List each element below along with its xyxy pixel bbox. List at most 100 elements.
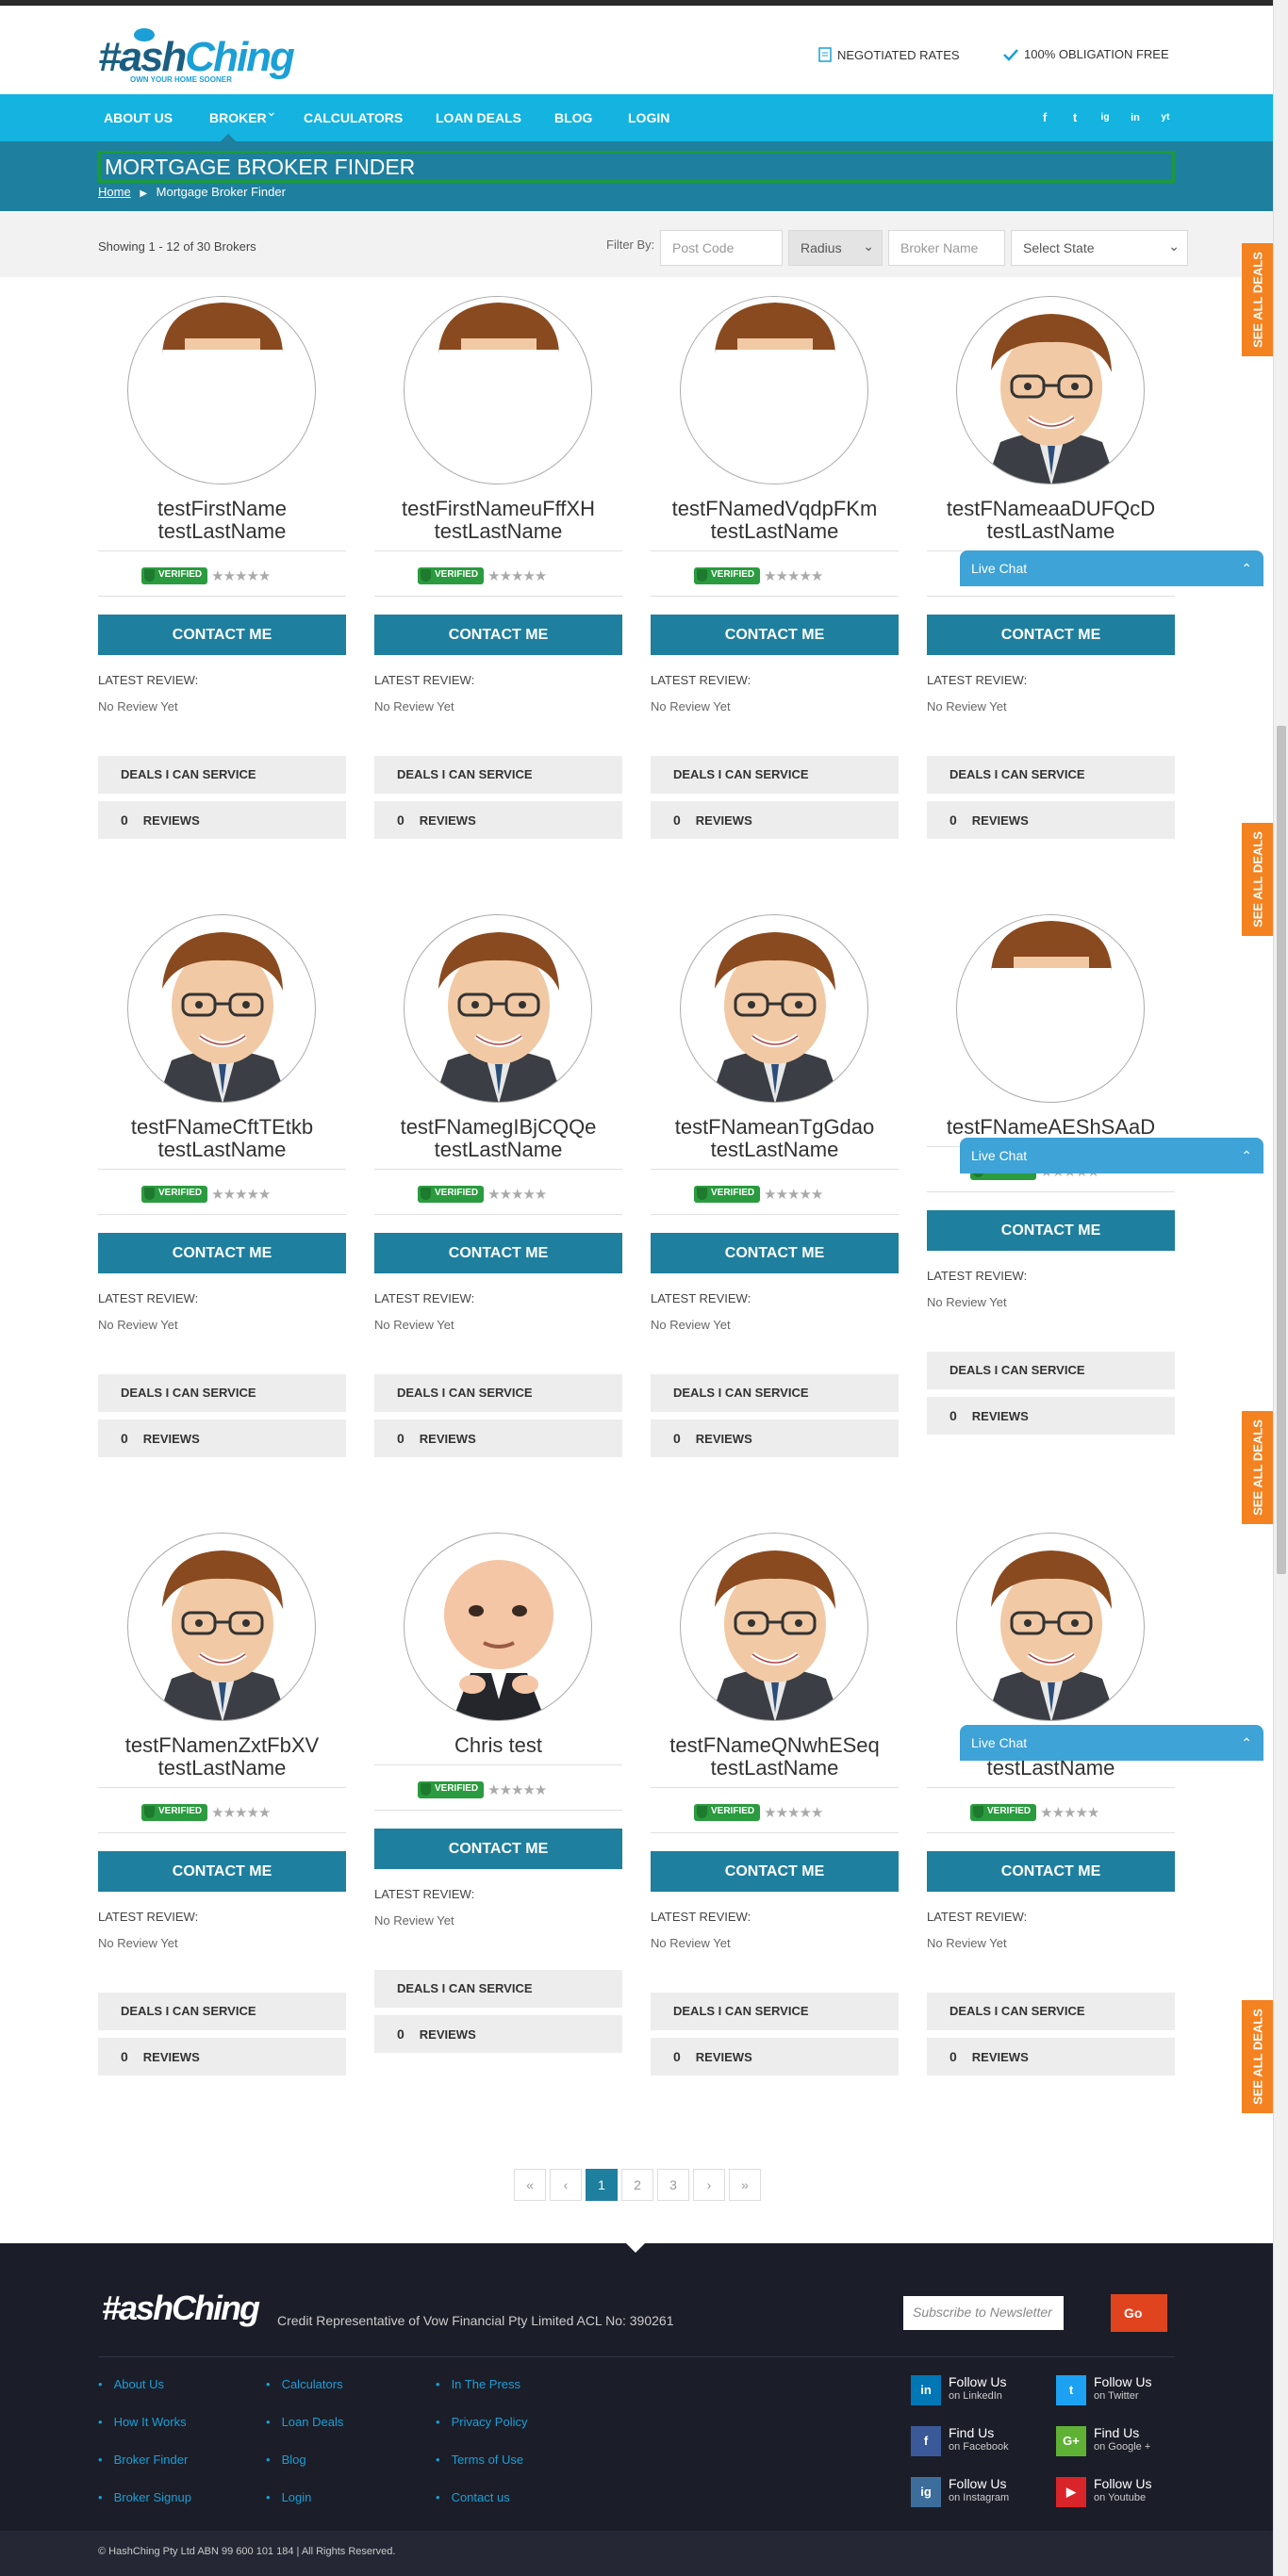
broker-last-name[interactable]: testLastName <box>374 520 622 543</box>
chevron-up-icon[interactable]: ⌃ <box>1241 1725 1252 1761</box>
footer-link[interactable]: Terms of Use <box>436 2453 524 2467</box>
deals-i-can-service-button[interactable]: DEALS I CAN SERVICE <box>98 1374 346 1412</box>
page-link[interactable]: › <box>693 2169 725 2201</box>
nav-blog[interactable]: BLOG <box>554 110 592 125</box>
broker-first-name[interactable]: testFNamegIBjCQQe <box>374 1116 622 1139</box>
footer-link[interactable]: Blog <box>266 2453 306 2467</box>
deals-i-can-service-button[interactable]: DEALS I CAN SERVICE <box>374 756 622 794</box>
contact-me-button[interactable]: CONTACT ME <box>927 615 1175 655</box>
broker-avatar[interactable] <box>680 296 868 484</box>
broker-last-name[interactable]: testLastName <box>374 1139 622 1161</box>
broker-avatar[interactable] <box>956 296 1145 484</box>
twitter-icon[interactable]: t <box>1065 108 1084 127</box>
reviews-count-button[interactable]: 0 REVIEWS <box>98 801 346 839</box>
linkedin-icon[interactable]: in <box>1126 108 1145 127</box>
broker-avatar[interactable] <box>956 1533 1145 1721</box>
broker-avatar[interactable] <box>680 914 868 1103</box>
contact-me-button[interactable]: CONTACT ME <box>651 1233 899 1273</box>
contact-me-button[interactable]: CONTACT ME <box>374 615 622 655</box>
newsletter-input[interactable]: Subscribe to Newsletter <box>903 2296 1064 2330</box>
broker-last-name[interactable]: testLastName <box>651 1139 899 1161</box>
contact-me-button[interactable]: CONTACT ME <box>651 615 899 655</box>
reviews-count-button[interactable]: 0 REVIEWS <box>927 2038 1175 2076</box>
reviews-count-button[interactable]: 0 REVIEWS <box>374 801 622 839</box>
nav-about-us[interactable]: ABOUT US <box>104 110 173 125</box>
broker-first-name[interactable]: testFNamedVqdpFKm <box>651 498 899 520</box>
deals-i-can-service-button[interactable]: DEALS I CAN SERVICE <box>98 1993 346 2030</box>
footer-social-link[interactable]: t Follow Us on Twitter <box>1056 2375 1151 2405</box>
reviews-count-button[interactable]: 0 REVIEWS <box>651 2038 899 2076</box>
broker-first-name[interactable]: testFNamenZxtFbXV <box>98 1734 346 1757</box>
nav-login[interactable]: LOGIN <box>628 110 669 125</box>
reviews-count-button[interactable]: 0 REVIEWS <box>651 801 899 839</box>
reviews-count-button[interactable]: 0 REVIEWS <box>927 1397 1175 1435</box>
page-link[interactable]: « <box>514 2169 546 2201</box>
deals-i-can-service-button[interactable]: DEALS I CAN SERVICE <box>651 1374 899 1412</box>
page-link[interactable]: 1 <box>586 2169 618 2201</box>
deals-i-can-service-button[interactable]: DEALS I CAN SERVICE <box>651 756 899 794</box>
broker-first-name[interactable]: Chris test <box>374 1734 622 1757</box>
chevron-up-icon[interactable]: ⌃ <box>1241 550 1252 586</box>
reviews-count-button[interactable]: 0 REVIEWS <box>651 1419 899 1457</box>
state-select[interactable]: Select State ⌄ <box>1011 230 1188 266</box>
see-all-deals-tab[interactable]: SEE ALL DEALS <box>1242 2000 1273 2113</box>
hashching-logo[interactable]: #ashChing OWN YOUR HOME SOONER <box>98 28 295 87</box>
broker-avatar[interactable] <box>956 914 1145 1103</box>
broker-first-name[interactable]: testFNameCftTEtkb <box>98 1116 346 1139</box>
nav-loan-deals[interactable]: LOAN DEALS <box>436 110 521 125</box>
footer-link[interactable]: How It Works <box>98 2415 187 2429</box>
footer-link[interactable]: Contact us <box>436 2490 510 2504</box>
broker-avatar[interactable] <box>127 914 316 1103</box>
footer-link[interactable]: About Us <box>98 2377 164 2391</box>
scrollbar-thumb[interactable] <box>1277 726 1286 1574</box>
footer-link[interactable]: Login <box>266 2490 312 2504</box>
facebook-icon[interactable]: f <box>1035 108 1054 127</box>
nav-broker[interactable]: BROKER <box>209 110 267 125</box>
broker-avatar[interactable] <box>127 296 316 484</box>
page-link[interactable]: 3 <box>657 2169 689 2201</box>
deals-i-can-service-button[interactable]: DEALS I CAN SERVICE <box>98 756 346 794</box>
reviews-count-button[interactable]: 0 REVIEWS <box>98 1419 346 1457</box>
postcode-input[interactable]: Post Code <box>660 230 783 266</box>
nav-calculators[interactable]: CALCULATORS <box>304 110 403 125</box>
deals-i-can-service-button[interactable]: DEALS I CAN SERVICE <box>374 1374 622 1412</box>
contact-me-button[interactable]: CONTACT ME <box>651 1851 899 1892</box>
footer-link[interactable]: Broker Signup <box>98 2490 191 2504</box>
reviews-count-button[interactable]: 0 REVIEWS <box>374 2015 622 2053</box>
deals-i-can-service-button[interactable]: DEALS I CAN SERVICE <box>651 1993 899 2030</box>
contact-me-button[interactable]: CONTACT ME <box>98 1233 346 1273</box>
contact-me-button[interactable]: CONTACT ME <box>374 1829 622 1869</box>
page-link[interactable]: » <box>729 2169 761 2201</box>
radius-select[interactable]: Radius ⌄ <box>788 230 883 266</box>
footer-social-link[interactable]: in Follow Us on LinkedIn <box>911 2375 1006 2405</box>
live-chat-widget[interactable]: Live Chat ⌃ <box>960 1725 1263 1761</box>
broker-first-name[interactable]: testFNameAEShSAaD <box>927 1116 1175 1139</box>
see-all-deals-tab[interactable]: SEE ALL DEALS <box>1242 1411 1273 1524</box>
broker-avatar[interactable] <box>404 914 592 1103</box>
instagram-icon[interactable]: ig <box>1096 108 1115 127</box>
deals-i-can-service-button[interactable]: DEALS I CAN SERVICE <box>374 1970 622 2008</box>
youtube-icon[interactable]: yt <box>1156 108 1175 127</box>
broker-avatar[interactable] <box>404 1533 592 1721</box>
newsletter-go-button[interactable]: Go <box>1111 2294 1167 2332</box>
deals-i-can-service-button[interactable]: DEALS I CAN SERVICE <box>927 1993 1175 2030</box>
broker-last-name[interactable]: testLastName <box>98 520 346 543</box>
broker-last-name[interactable]: testLastName <box>651 1757 899 1780</box>
footer-social-link[interactable]: G+ Find Us on Google + <box>1056 2426 1150 2456</box>
deals-i-can-service-button[interactable]: DEALS I CAN SERVICE <box>927 756 1175 794</box>
chevron-up-icon[interactable]: ⌃ <box>1241 1138 1252 1173</box>
contact-me-button[interactable]: CONTACT ME <box>98 615 346 655</box>
deals-i-can-service-button[interactable]: DEALS I CAN SERVICE <box>927 1352 1175 1389</box>
broker-last-name[interactable]: testLastName <box>927 520 1175 543</box>
broker-last-name[interactable]: testLastName <box>98 1757 346 1780</box>
footer-link[interactable]: In The Press <box>436 2377 520 2391</box>
broker-last-name[interactable]: testLastName <box>98 1139 346 1161</box>
broker-name-input[interactable]: Broker Name <box>888 230 1005 266</box>
contact-me-button[interactable]: CONTACT ME <box>374 1233 622 1273</box>
footer-link[interactable]: Broker Finder <box>98 2453 189 2467</box>
breadcrumb-home-link[interactable]: Home <box>98 185 131 199</box>
broker-first-name[interactable]: testFNameQNwhESeq <box>651 1734 899 1757</box>
live-chat-widget[interactable]: Live Chat ⌃ <box>960 550 1263 586</box>
broker-avatar[interactable] <box>127 1533 316 1721</box>
broker-first-name[interactable]: testFirstNameuFffXH <box>374 498 622 520</box>
